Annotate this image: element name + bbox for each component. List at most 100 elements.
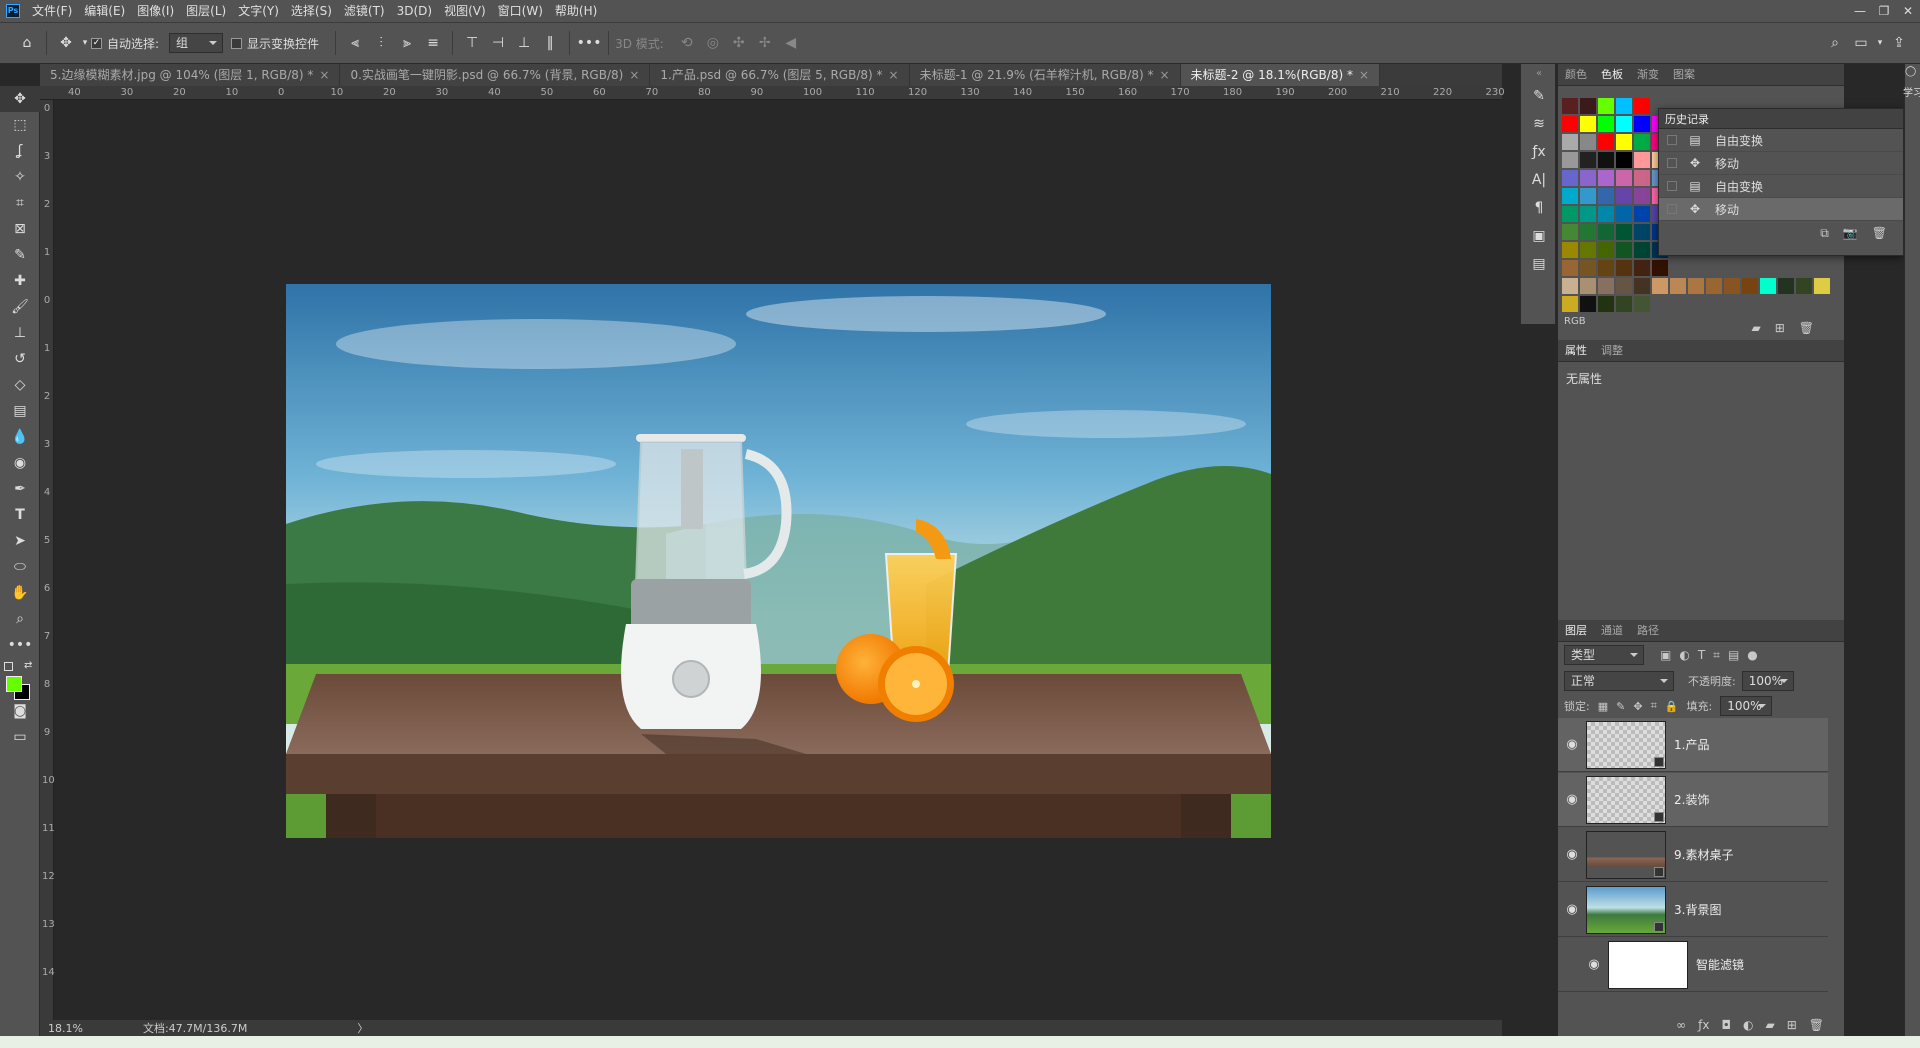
- color-swatch[interactable]: [1796, 278, 1812, 294]
- move-tool-icon[interactable]: ✥: [0, 86, 40, 112]
- more-options-icon[interactable]: •••: [576, 30, 602, 56]
- magic-wand-tool-icon[interactable]: ✧: [0, 164, 40, 190]
- new-group-icon[interactable]: ▰: [1765, 1018, 1774, 1032]
- visibility-eye-icon[interactable]: ◉: [1580, 957, 1608, 972]
- link-layers-icon[interactable]: ∞: [1676, 1018, 1686, 1032]
- swap-colors-icon[interactable]: ⇄: [24, 660, 32, 671]
- color-swatch[interactable]: [1598, 242, 1614, 258]
- panel-tab[interactable]: 属性: [1558, 340, 1594, 362]
- color-swatch[interactable]: [1580, 278, 1596, 294]
- panel-tab[interactable]: 图层: [1558, 620, 1594, 642]
- adjustments-icon[interactable]: ≋: [1521, 110, 1557, 138]
- layer-name[interactable]: 9.素材桌子: [1674, 846, 1733, 863]
- opacity-input[interactable]: 100%: [1741, 671, 1794, 691]
- color-swatch[interactable]: [1562, 278, 1578, 294]
- menu-item[interactable]: 视图(V): [438, 0, 492, 22]
- screen-mode-icon[interactable]: ▭: [0, 724, 40, 750]
- history-checkbox[interactable]: [1667, 135, 1677, 145]
- document-tab[interactable]: 未标题-2 @ 18.1%(RGB/8) * ×: [1180, 64, 1381, 86]
- visibility-eye-icon[interactable]: ◉: [1558, 902, 1586, 917]
- color-swatch[interactable]: [1562, 242, 1578, 258]
- panel-tab[interactable]: 色板: [1594, 64, 1630, 86]
- marquee-tool-icon[interactable]: ⬚: [0, 112, 40, 138]
- document-canvas[interactable]: [286, 284, 1271, 838]
- show-transform-checkbox[interactable]: 显示变换控件: [231, 35, 319, 52]
- healing-brush-tool-icon[interactable]: ✚: [0, 268, 40, 294]
- adjustment-layer-icon[interactable]: ◐: [1743, 1018, 1753, 1032]
- menu-item[interactable]: 图层(L): [180, 0, 232, 22]
- edit-toolbar-icon[interactable]: •••: [0, 632, 40, 658]
- color-swatch[interactable]: [1634, 152, 1650, 168]
- blur-tool-icon[interactable]: 💧: [0, 424, 40, 450]
- color-swatch[interactable]: [1616, 206, 1632, 222]
- color-swatch[interactable]: [1580, 224, 1596, 240]
- add-mask-icon[interactable]: ◘: [1721, 1018, 1731, 1032]
- layer-filter-dropdown[interactable]: 类型: [1564, 645, 1644, 665]
- color-swatch[interactable]: [1634, 116, 1650, 132]
- libraries-icon[interactable]: ▣: [1521, 222, 1557, 250]
- color-swatch[interactable]: [1634, 242, 1650, 258]
- close-button[interactable]: ✕: [1896, 0, 1920, 22]
- panel-tab[interactable]: 路径: [1630, 620, 1666, 642]
- color-swatch[interactable]: [1598, 206, 1614, 222]
- history-state[interactable]: ✥ 移动: [1659, 152, 1903, 175]
- color-swatch[interactable]: [1652, 260, 1668, 276]
- history-state[interactable]: ✥ 移动: [1659, 198, 1903, 221]
- color-swatch[interactable]: [1562, 152, 1578, 168]
- close-tab-icon[interactable]: ×: [319, 68, 329, 82]
- panel-tab[interactable]: 图案: [1666, 64, 1702, 86]
- learn-label[interactable]: 学习: [1903, 84, 1920, 99]
- align-top-icon[interactable]: ⊤: [459, 30, 485, 56]
- color-swatch[interactable]: [1652, 278, 1668, 294]
- filter-type-icon[interactable]: T: [1698, 648, 1705, 662]
- menu-item[interactable]: 3D(D): [391, 0, 438, 22]
- color-swatch[interactable]: [1580, 134, 1596, 150]
- auto-select-dropdown[interactable]: 组: [169, 33, 224, 53]
- menu-item[interactable]: 滤镜(T): [338, 0, 391, 22]
- color-swatch[interactable]: [1580, 188, 1596, 204]
- color-swatch[interactable]: [1742, 278, 1758, 294]
- color-swatch[interactable]: [1706, 278, 1722, 294]
- eyedropper-tool-icon[interactable]: ✎: [0, 242, 40, 268]
- color-swatch[interactable]: [1634, 278, 1650, 294]
- lasso-tool-icon[interactable]: ʆ: [0, 138, 40, 164]
- restore-button[interactable]: ❐: [1872, 0, 1896, 22]
- delete-layer-icon[interactable]: 🗑: [1809, 1018, 1824, 1032]
- layer-row[interactable]: ◉ 智能滤镜: [1558, 938, 1828, 992]
- menu-item[interactable]: 选择(S): [285, 0, 338, 22]
- color-swatch[interactable]: [1634, 260, 1650, 276]
- color-swatch[interactable]: [1778, 278, 1794, 294]
- visibility-eye-icon[interactable]: ◉: [1558, 792, 1586, 807]
- color-swatch[interactable]: [1580, 116, 1596, 132]
- color-swatch[interactable]: [1598, 134, 1614, 150]
- search-icon[interactable]: ⌕: [1822, 30, 1848, 56]
- document-tab[interactable]: 5.边缘模糊素材.jpg @ 104% (图层 1, RGB/8) * ×: [40, 64, 341, 86]
- delete-state-icon[interactable]: 🗑: [1872, 226, 1887, 240]
- color-swatch[interactable]: [1598, 260, 1614, 276]
- color-swatch[interactable]: [1634, 188, 1650, 204]
- layer-thumbnail[interactable]: [1586, 885, 1666, 934]
- color-swatch[interactable]: [1598, 188, 1614, 204]
- lock-position-icon[interactable]: ✥: [1633, 700, 1642, 713]
- swatch-group-label[interactable]: RGB: [1564, 316, 1586, 327]
- lock-pixels-icon[interactable]: ✎: [1616, 700, 1625, 713]
- fx-icon[interactable]: ƒx: [1698, 1018, 1709, 1032]
- distribute-vertical-icon[interactable]: ‖: [537, 30, 563, 56]
- history-state[interactable]: ▤ 自由变换: [1659, 175, 1903, 198]
- layer-row[interactable]: ◉ 2.装饰: [1558, 773, 1828, 827]
- close-tab-icon[interactable]: ×: [1159, 68, 1169, 82]
- distribute-icon[interactable]: ≡: [420, 30, 446, 56]
- color-swatch[interactable]: [1616, 134, 1632, 150]
- zoom-level[interactable]: 18.1%: [48, 1022, 83, 1035]
- layer-name[interactable]: 2.装饰: [1674, 791, 1709, 808]
- history-checkbox[interactable]: [1667, 204, 1677, 214]
- color-swatch[interactable]: [1634, 206, 1650, 222]
- eraser-tool-icon[interactable]: ◇: [0, 372, 40, 398]
- color-swatch[interactable]: [1670, 278, 1686, 294]
- color-swatch[interactable]: [1616, 278, 1632, 294]
- gradient-tool-icon[interactable]: ▤: [0, 398, 40, 424]
- align-center-icon[interactable]: ⫶: [368, 30, 394, 56]
- shape-tool-icon[interactable]: ⬭: [0, 554, 40, 580]
- color-swatch[interactable]: [1616, 170, 1632, 186]
- color-swatch[interactable]: [1634, 296, 1650, 312]
